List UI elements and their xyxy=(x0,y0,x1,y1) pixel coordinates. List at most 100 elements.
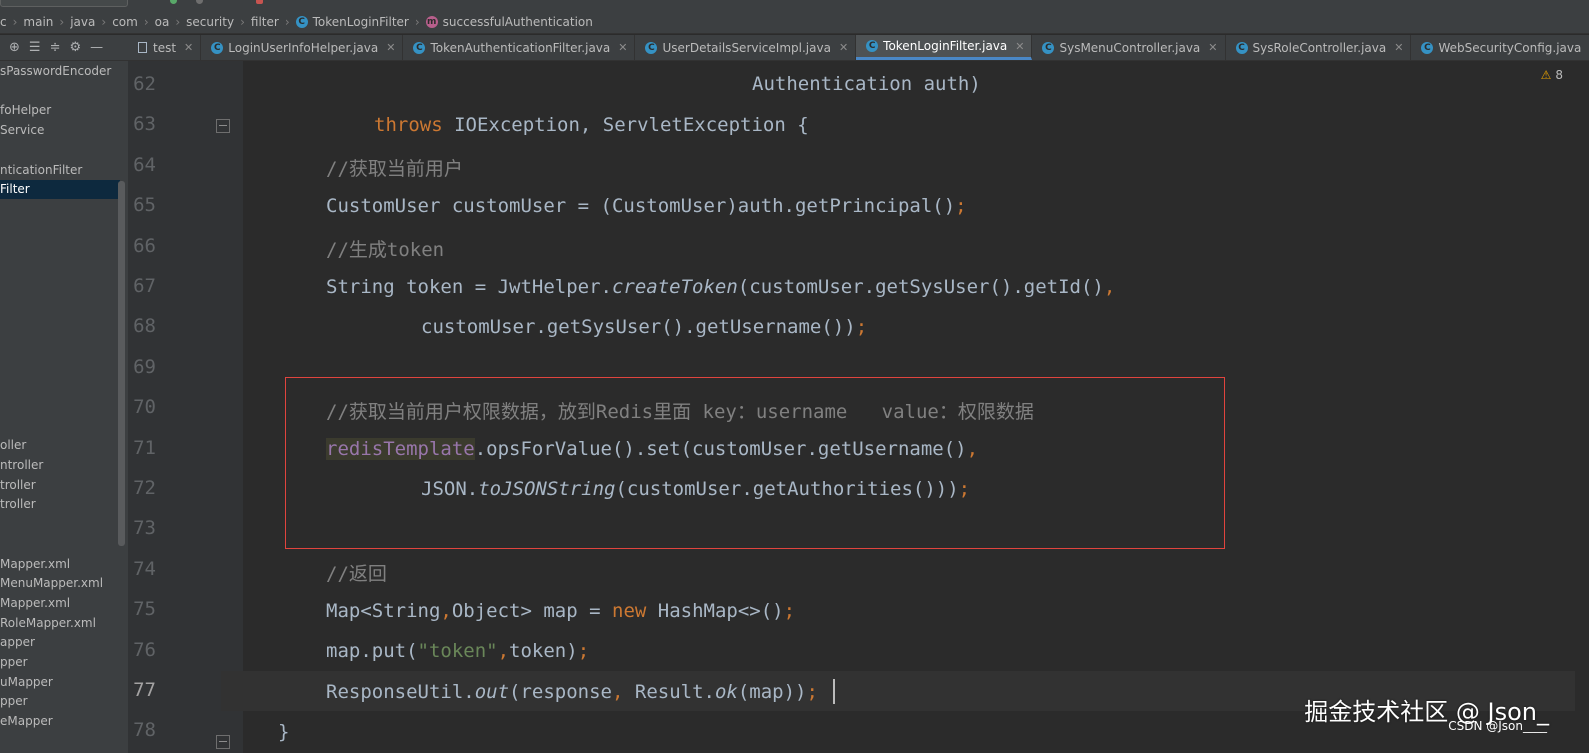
line-number: 74 xyxy=(133,557,156,580)
run-config-selector[interactable] xyxy=(0,0,128,7)
inspection-widget[interactable]: ⚠ 8 xyxy=(1541,68,1563,82)
tree-item[interactable]: pper xyxy=(0,692,120,711)
code-line-66: //生成token xyxy=(326,235,444,262)
tab-label: test xyxy=(153,40,177,55)
tree-item[interactable] xyxy=(0,141,120,160)
code-line-67: String token = JwtHelper.createToken(cus… xyxy=(326,276,1115,298)
line-number: 78 xyxy=(133,719,156,742)
close-icon[interactable]: ✕ xyxy=(1015,40,1024,53)
code-line-62: Authentication auth) xyxy=(752,73,981,95)
tree-item[interactable] xyxy=(0,220,120,239)
comment: //生成token xyxy=(326,239,445,261)
tab-token-login-filter[interactable]: C TokenLoginFilter.java ✕ xyxy=(856,35,1033,60)
tab-login-user-info-helper[interactable]: C LoginUserInfoHelper.java ✕ xyxy=(201,35,404,60)
line-number: 63 xyxy=(133,113,156,136)
code-text: (customUser.getSysUser().getId() xyxy=(737,276,1104,298)
method-icon: m xyxy=(425,16,438,28)
close-icon[interactable]: ✕ xyxy=(618,41,627,54)
tree-item[interactable] xyxy=(0,515,120,534)
tab-web-security-config[interactable]: CWebSecurityConfig.java✕ xyxy=(1411,35,1589,60)
breadcrumb-item[interactable]: oa › xyxy=(155,15,187,29)
tree-item[interactable]: Service xyxy=(0,121,120,140)
tree-item[interactable]: Filter xyxy=(0,180,120,200)
minimize-icon[interactable]: — xyxy=(90,40,103,55)
tab-sys-menu-controller[interactable]: C SysMenuController.java ✕ xyxy=(1032,35,1226,60)
gear-icon[interactable]: ⚙ xyxy=(69,40,81,55)
tree-item[interactable] xyxy=(0,535,120,554)
breadcrumb-item[interactable]: c › xyxy=(0,15,23,29)
fold-marker-icon[interactable] xyxy=(216,735,230,749)
tree-item[interactable]: troller xyxy=(0,495,120,514)
tree-item[interactable]: oller xyxy=(0,436,120,455)
tree-item[interactable] xyxy=(0,417,120,436)
tree-item[interactable] xyxy=(0,259,120,278)
code-text: ResponseUtil. xyxy=(326,681,475,703)
collapse-all-icon[interactable]: ≑ xyxy=(50,40,61,55)
tree-item[interactable]: sPasswordEncoder xyxy=(0,62,120,81)
tree-item[interactable] xyxy=(0,239,120,258)
fold-marker-icon[interactable] xyxy=(216,119,230,133)
comment: //获取当前用户权限数据，放到Redis里面 key：username valu… xyxy=(326,401,1034,423)
tree-item[interactable]: ntroller xyxy=(0,456,120,475)
crosshair-icon[interactable]: ⊕ xyxy=(9,40,20,55)
tree-item[interactable]: troller xyxy=(0,476,120,495)
code-editor[interactable]: 62 63 64 65 66 67 68 69 70 71 72 73 74 75 76 77 78 ⚠ 8 Au… xyxy=(128,61,1589,753)
close-icon[interactable]: ✕ xyxy=(1208,41,1217,54)
breadcrumb-item[interactable]: com › xyxy=(112,15,154,29)
debug-icon[interactable] xyxy=(196,0,203,4)
tree-item[interactable] xyxy=(0,279,120,298)
tree-item[interactable] xyxy=(0,298,120,317)
tree-item[interactable] xyxy=(0,338,120,357)
code-text: IOException, ServletException { xyxy=(442,114,809,136)
expand-all-icon[interactable]: ☰ xyxy=(29,40,41,55)
tab-sys-role-controller[interactable]: C SysRoleController.java ✕ xyxy=(1226,35,1412,60)
file-icon xyxy=(138,42,147,53)
code-line-75: Map<String,Object> map = new HashMap<>()… xyxy=(326,600,795,622)
line-number: 70 xyxy=(133,396,156,419)
close-icon[interactable]: ✕ xyxy=(386,41,395,54)
tree-item[interactable] xyxy=(0,377,120,396)
tree-item[interactable]: eMapper xyxy=(0,712,120,731)
code-text: (response xyxy=(509,681,612,703)
close-icon[interactable]: ✕ xyxy=(839,41,848,54)
tree-item[interactable]: nticationFilter xyxy=(0,161,120,180)
breadcrumb-item[interactable]: java › xyxy=(70,15,112,29)
stop-icon[interactable] xyxy=(256,0,263,4)
tab-test[interactable]: test ✕ xyxy=(128,35,202,60)
tree-item[interactable]: pper xyxy=(0,653,120,672)
breadcrumb-label: c xyxy=(0,15,7,29)
tree-item[interactable] xyxy=(0,397,120,416)
tab-token-authentication-filter[interactable]: C TokenAuthenticationFilter.java ✕ xyxy=(403,35,636,60)
tab-user-details-service-impl[interactable]: C UserDetailsServiceImpl.java ✕ xyxy=(635,35,857,60)
run-icon[interactable] xyxy=(170,0,177,4)
project-toolbar: ⊕ ☰ ≑ ⚙ — xyxy=(0,35,128,61)
breadcrumb-item[interactable]: C TokenLoginFilter › xyxy=(295,15,426,29)
breadcrumb-item[interactable]: main › xyxy=(23,15,70,29)
editor-scrollbar[interactable] xyxy=(1575,61,1589,753)
sidebar-scrollbar[interactable] xyxy=(118,181,125,546)
tree-item[interactable]: uMapper xyxy=(0,673,120,692)
text-cursor xyxy=(833,679,835,704)
tree-item[interactable]: MenuMapper.xml xyxy=(0,574,120,593)
tree-item[interactable] xyxy=(0,82,120,101)
close-icon[interactable]: ✕ xyxy=(1394,41,1403,54)
tree-item[interactable]: apper xyxy=(0,633,120,652)
breadcrumb-label: successfulAuthentication xyxy=(442,15,593,29)
line-number-gutter[interactable]: 62 63 64 65 66 67 68 69 70 71 72 73 74 75 76 77 78 xyxy=(128,61,243,753)
tree-item[interactable]: Mapper.xml xyxy=(0,555,120,574)
breadcrumb-item[interactable]: security › xyxy=(186,15,251,29)
chevron-right-icon: › xyxy=(175,15,181,29)
tree-item[interactable]: foHelper xyxy=(0,101,120,120)
tree-item[interactable] xyxy=(0,200,120,219)
tree-item[interactable] xyxy=(0,358,120,377)
code-line-70: //获取当前用户权限数据，放到Redis里面 key：username valu… xyxy=(326,397,1034,424)
punct: ; xyxy=(958,478,971,500)
tree-item[interactable] xyxy=(0,318,120,337)
tab-label: WebSecurityConfig.java xyxy=(1438,40,1582,55)
tree-item[interactable]: RoleMapper.xml xyxy=(0,614,120,633)
close-icon[interactable]: ✕ xyxy=(184,41,193,54)
breadcrumb-item[interactable]: m successfulAuthentication xyxy=(425,15,593,29)
tree-item[interactable]: Mapper.xml xyxy=(0,594,120,613)
line-number: 66 xyxy=(133,234,156,257)
breadcrumb-item[interactable]: filter › xyxy=(251,15,296,29)
